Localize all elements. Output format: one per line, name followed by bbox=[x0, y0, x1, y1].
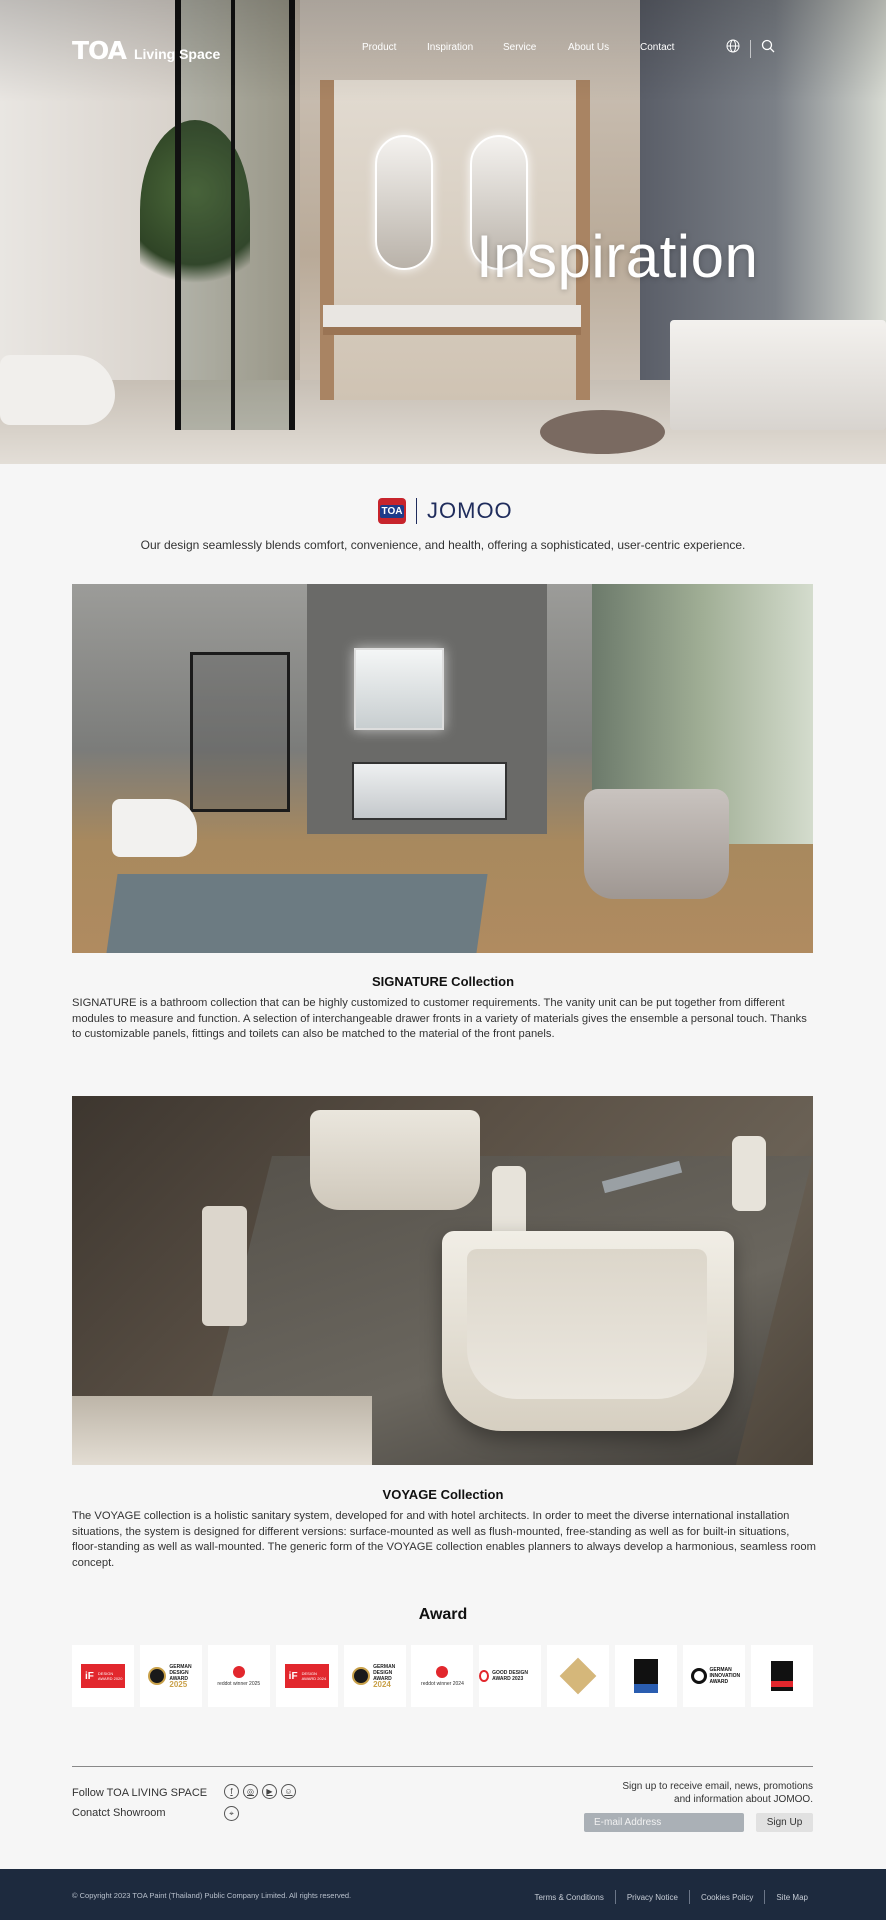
terms-link[interactable]: Terms & Conditions bbox=[523, 1893, 614, 1902]
footer-bar: © Copyright 2023 TOA Paint (Thailand) Pu… bbox=[0, 1869, 886, 1920]
copyright-text: © Copyright 2023 TOA Paint (Thailand) Pu… bbox=[72, 1891, 352, 1900]
cookies-link[interactable]: Cookies Policy bbox=[690, 1893, 764, 1902]
award-badge-german-design-2024: GERMAN DESIGN AWARD 2024 bbox=[343, 1645, 406, 1707]
nav-contact[interactable]: Contact bbox=[640, 42, 700, 53]
signature-title: SIGNATURE Collection bbox=[371, 974, 515, 989]
facebook-icon[interactable]: f bbox=[224, 1784, 239, 1799]
brand-divider bbox=[416, 498, 417, 524]
voyage-description: The VOYAGE collection is a holistic sani… bbox=[72, 1510, 816, 1569]
nav-service[interactable]: Service bbox=[503, 42, 568, 53]
signature-description: SIGNATURE is a bathroom collection that … bbox=[72, 997, 807, 1040]
award-title: Award bbox=[418, 1606, 468, 1623]
nav-product[interactable]: Product bbox=[362, 42, 427, 53]
jomoo-logo: JOMOO bbox=[427, 498, 513, 523]
hero-banner: TOA Living Space Product Inspiration Ser… bbox=[0, 0, 886, 464]
site-logo[interactable]: TOA Living Space bbox=[72, 36, 220, 65]
nav-about-us[interactable]: About Us bbox=[568, 42, 640, 53]
top-navigation: TOA Living Space Product Inspiration Ser… bbox=[0, 0, 886, 100]
youtube-icon[interactable]: ▶ bbox=[262, 1784, 277, 1799]
line-icon[interactable]: ☺ bbox=[281, 1784, 296, 1799]
logo-text: Living Space bbox=[133, 46, 221, 62]
award-badge-good-design-2023: GOOD DESIGN AWARD 2023 bbox=[479, 1645, 542, 1707]
intro-text: Our design seamlessly blends comfort, co… bbox=[140, 538, 746, 552]
signup-button[interactable]: Sign Up bbox=[756, 1813, 813, 1832]
follow-label: Follow TOA LIVING SPACE bbox=[72, 1787, 208, 1799]
signup-text: Sign up to receive email, news, promotio… bbox=[622, 1781, 813, 1805]
contact-showroom-link[interactable]: Conatct Showroom bbox=[72, 1807, 166, 1819]
brand-lockup: TOA JOMOO bbox=[378, 498, 513, 524]
voyage-collection-image bbox=[72, 1096, 813, 1465]
award-badge-if-2024: iF DESIGN AWARD 2024 bbox=[275, 1645, 338, 1707]
logo-mark: TOA bbox=[72, 36, 127, 65]
award-badge-reddot-2024: reddot winner 2024 bbox=[411, 1645, 474, 1707]
sitemap-link[interactable]: Site Map bbox=[765, 1893, 808, 1902]
award-badge-reddot-2025: reddot winner 2025 bbox=[207, 1645, 270, 1707]
main-menu: Product Inspiration Service About Us Con… bbox=[362, 42, 700, 53]
nav-inspiration[interactable]: Inspiration bbox=[427, 42, 503, 53]
page-title: Inspiration bbox=[476, 223, 759, 290]
signature-collection-image bbox=[72, 584, 813, 953]
award-badge-gold-diamond bbox=[547, 1645, 610, 1707]
email-field[interactable] bbox=[584, 1813, 744, 1832]
globe-icon[interactable] bbox=[726, 39, 740, 58]
nav-icons bbox=[726, 39, 775, 58]
instagram-icon[interactable]: ◎ bbox=[243, 1784, 258, 1799]
social-links: f ◎ ▶ ☺ bbox=[224, 1784, 296, 1799]
search-icon[interactable] bbox=[761, 39, 775, 58]
award-badge-german-design-2025: GERMAN DESIGN AWARD 2025 bbox=[139, 1645, 202, 1707]
award-badge-black-plaque bbox=[615, 1645, 678, 1707]
award-badge-black-red-plaque bbox=[750, 1645, 813, 1707]
voyage-title: VOYAGE Collection bbox=[382, 1487, 504, 1502]
nav-divider bbox=[750, 39, 751, 58]
toa-logo: TOA bbox=[378, 498, 406, 524]
footer-divider bbox=[72, 1766, 813, 1767]
award-badge-if-2020: iF DESIGN AWARD 2020 bbox=[72, 1645, 134, 1707]
location-pin-icon[interactable]: ⌖ bbox=[224, 1806, 239, 1821]
legal-links: Terms & Conditions Privacy Notice Cookie… bbox=[523, 1890, 808, 1904]
award-list: iF DESIGN AWARD 2020 GERMAN DESIGN AWARD 2… bbox=[72, 1645, 813, 1707]
award-badge-german-innovation: GERMAN INNOVATION AWARD bbox=[683, 1645, 746, 1707]
privacy-link[interactable]: Privacy Notice bbox=[616, 1893, 689, 1902]
